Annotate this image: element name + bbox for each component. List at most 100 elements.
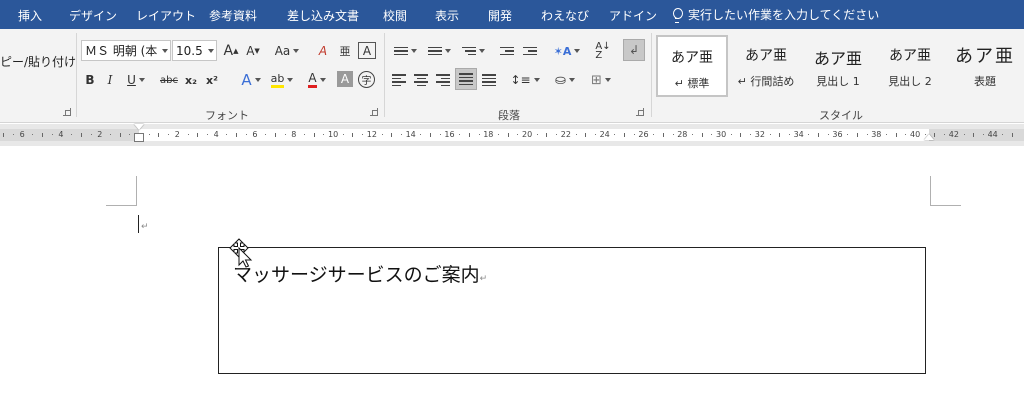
show-marks-button[interactable]: ↲ [623,39,645,61]
ruler-number: 42 [948,130,959,139]
change-case-button[interactable]: Aa [272,41,302,61]
tab-view[interactable]: 表示 [435,7,459,24]
clipboard-launcher-icon[interactable] [63,108,71,116]
ruler-dot [556,134,558,135]
ruler-dot [206,134,208,135]
ruler-number: 22 [560,130,571,139]
ruler-tick [313,133,315,137]
tab-insert[interactable]: 挿入 [18,7,42,24]
ruler-number: 4 [213,130,219,139]
ruler-dot [497,134,499,135]
paragraph-launcher-icon[interactable] [636,108,644,116]
ruler-dot [866,134,868,135]
ruler-dot [148,134,150,135]
bold-button[interactable]: B [82,70,98,90]
font-launcher-icon[interactable] [370,108,378,116]
justify-icon [459,73,473,85]
align-left-icon [392,74,406,86]
left-indent-marker[interactable] [134,133,144,142]
tab-review[interactable]: 校閲 [383,7,407,24]
font-size-combo[interactable]: 10.5 [172,40,217,61]
tell-me-box[interactable]: 実行したい作業を入力してください [672,6,879,23]
text-box-content[interactable]: マッサージサービスのご案内↵ [233,260,487,287]
superscript-button[interactable]: x² [203,70,221,90]
right-indent-marker[interactable] [924,134,934,140]
textbox-paragraph-mark: ↵ [479,274,488,284]
phonetic-guide-button[interactable]: 亜 [336,41,354,61]
first-line-indent-marker[interactable] [134,124,144,130]
line-spacing-button[interactable]: ↕≡ [510,70,540,90]
text-effects-button[interactable]: A [237,70,265,90]
shrink-font-button[interactable]: A ▼ [244,41,262,61]
ruler-dot [168,134,170,135]
ruler-number: 38 [871,130,882,139]
character-shading-button[interactable]: A [337,71,353,87]
underline-button[interactable]: U [122,70,150,90]
tab-waenavi[interactable]: わえなび [541,7,589,24]
asian-layout-button[interactable]: ✶A [552,41,582,61]
ruler-tick [430,133,431,137]
decrease-indent-button[interactable] [498,41,516,61]
text-box[interactable]: マッサージサービスのご案内↵ [218,247,926,374]
italic-button[interactable]: I [102,70,118,90]
highlight-button[interactable]: ab [267,70,297,90]
align-center-button[interactable] [412,70,430,90]
style-heading-2[interactable]: あア亜 見出し 2 [874,35,946,97]
copy-paste-label[interactable]: ピー/貼り付け [0,53,76,70]
ruler-tick [1012,133,1013,137]
numbering-button[interactable] [424,41,454,61]
distributed-button[interactable] [480,70,498,90]
align-right-button[interactable] [434,70,452,90]
multilevel-list-button[interactable] [458,41,488,61]
enclose-characters-button[interactable]: 字 [358,71,375,88]
tab-references[interactable]: 参考資料 [209,7,257,24]
line-spacing-icon: ↕≡ [510,73,531,87]
tab-design[interactable]: デザイン [69,7,117,24]
move-cursor-icon [229,238,253,268]
style-normal[interactable]: あア亜 ↵ 標準 [656,35,728,97]
horizontal-ruler[interactable]: 8642246810121416182022242628303234363840… [0,124,1024,146]
tab-mailings[interactable]: 差し込み文書 [287,7,359,24]
ruler-dot [51,134,53,135]
ruler-number: 24 [599,130,610,139]
borders-button[interactable]: ⊞ [586,70,616,90]
increase-indent-button[interactable] [521,41,539,61]
tab-addins[interactable]: アドイン [609,7,657,24]
ruler-tick [236,133,237,137]
ruler-dot [400,134,402,135]
ruler-dot [323,134,325,135]
tab-developer[interactable]: 開発 [488,7,512,24]
align-left-button[interactable] [390,70,408,90]
grow-font-button[interactable]: A ▲ [222,41,240,61]
strikethrough-button[interactable]: abc [157,70,181,90]
style-title[interactable]: あア亜 表題 [946,35,1024,97]
style-no-spacing[interactable]: あア亜 ↵ 行間詰め [730,35,802,97]
distributed-icon [482,74,496,86]
justify-button[interactable] [455,68,477,90]
ruler-dot [808,134,810,135]
ruler-dot [1002,134,1004,135]
font-color-button[interactable]: A [303,70,331,90]
ribbon: ピー/貼り付け ＭＳ 明朝 (本 10.5 A ▲ A ▼ Aa A 亜 A B I… [0,29,1024,123]
shading-button[interactable]: ⛀ [550,70,580,90]
ruler-tick [80,133,82,137]
character-border-button[interactable]: A [358,42,376,59]
style-heading-1[interactable]: あア亜 見出し 1 [802,35,874,97]
tab-layout[interactable]: レイアウト [136,7,196,24]
ruler-number: 34 [793,130,804,139]
borders-icon: ⊞ [591,72,602,88]
ruler-number: 26 [638,130,649,139]
ruler-dot [439,134,441,135]
sort-button[interactable]: A↓ Z [594,41,612,61]
document-area[interactable]: ↵ マッサージサービスのご案内↵ [0,146,1024,404]
subscript-button[interactable]: x₂ [182,70,200,90]
bullets-button[interactable] [390,41,420,61]
ruler-dot [614,134,616,135]
clear-formatting-button[interactable]: A [314,41,332,61]
ruler-number: 32 [754,130,765,139]
ruler-tick [468,133,470,137]
font-color-icon: A [308,72,317,88]
ruler-tick [352,133,354,137]
ruler-dot [691,134,693,135]
font-name-combo[interactable]: ＭＳ 明朝 (本 [81,40,171,61]
